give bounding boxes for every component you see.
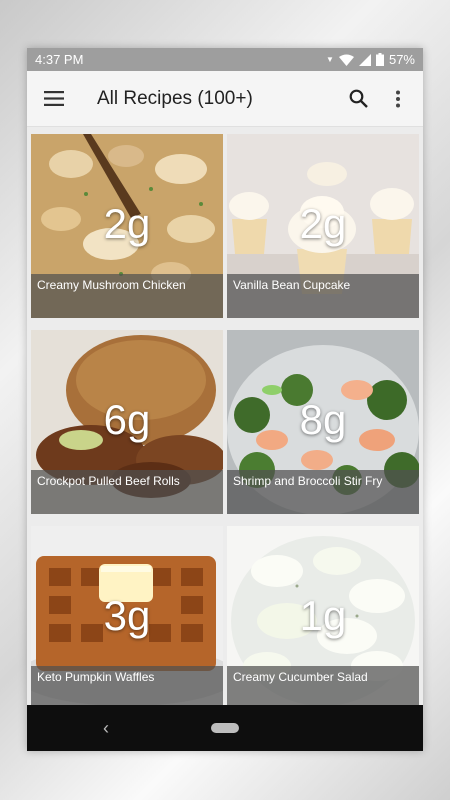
data-arrow-icon: ▼ (326, 55, 334, 64)
recipe-title: Keto Pumpkin Waffles (31, 666, 223, 710)
recipe-card[interactable]: 2g Vanilla Bean Cupcake (227, 134, 419, 318)
cell-signal-icon (358, 53, 371, 66)
battery-percent: 57% (388, 52, 415, 67)
status-time: 4:37 PM (35, 52, 84, 67)
recipe-card[interactable]: 2g Creamy Mushroom Chicken (31, 134, 223, 318)
carb-count: 1g (299, 592, 347, 639)
phone-screen: 4:37 PM ▼ 57% All Recipes (100+) 2g Crea… (27, 48, 423, 751)
more-vert-icon[interactable] (383, 84, 413, 114)
status-bar: 4:37 PM ▼ 57% (27, 48, 423, 71)
navigation-bar: ‹ (27, 705, 423, 751)
carb-count: 2g (103, 200, 151, 247)
recipe-card[interactable]: 3g Keto Pumpkin Waffles (31, 526, 223, 710)
recipe-title: Shrimp and Broccoli Stir Fry (227, 470, 419, 514)
recipe-title: Vanilla Bean Cupcake (227, 274, 419, 318)
recipe-card[interactable]: 6g Crockpot Pulled Beef Rolls (31, 330, 223, 514)
recipe-title: Crockpot Pulled Beef Rolls (31, 470, 223, 514)
wifi-icon (338, 54, 354, 66)
carb-count: 6g (103, 396, 151, 443)
back-triangle-icon[interactable]: ‹ (103, 718, 109, 739)
recipe-grid: 2g Creamy Mushroom Chicken 2g Vanilla Be… (27, 127, 423, 710)
search-icon[interactable] (343, 84, 373, 114)
app-bar: All Recipes (100+) (27, 71, 423, 127)
carb-count: 8g (299, 396, 347, 443)
battery-icon (375, 53, 384, 66)
recipe-title: Creamy Mushroom Chicken (31, 274, 223, 318)
home-pill-icon[interactable] (211, 723, 239, 733)
carb-count: 2g (299, 200, 347, 247)
carb-count: 3g (103, 592, 151, 639)
hamburger-menu-icon[interactable] (41, 86, 67, 112)
recipe-card[interactable]: 8g Shrimp and Broccoli Stir Fry (227, 330, 419, 514)
recipe-card[interactable]: 1g Creamy Cucumber Salad (227, 526, 419, 710)
page-title: All Recipes (100+) (97, 87, 253, 109)
recipe-title: Creamy Cucumber Salad (227, 666, 419, 710)
